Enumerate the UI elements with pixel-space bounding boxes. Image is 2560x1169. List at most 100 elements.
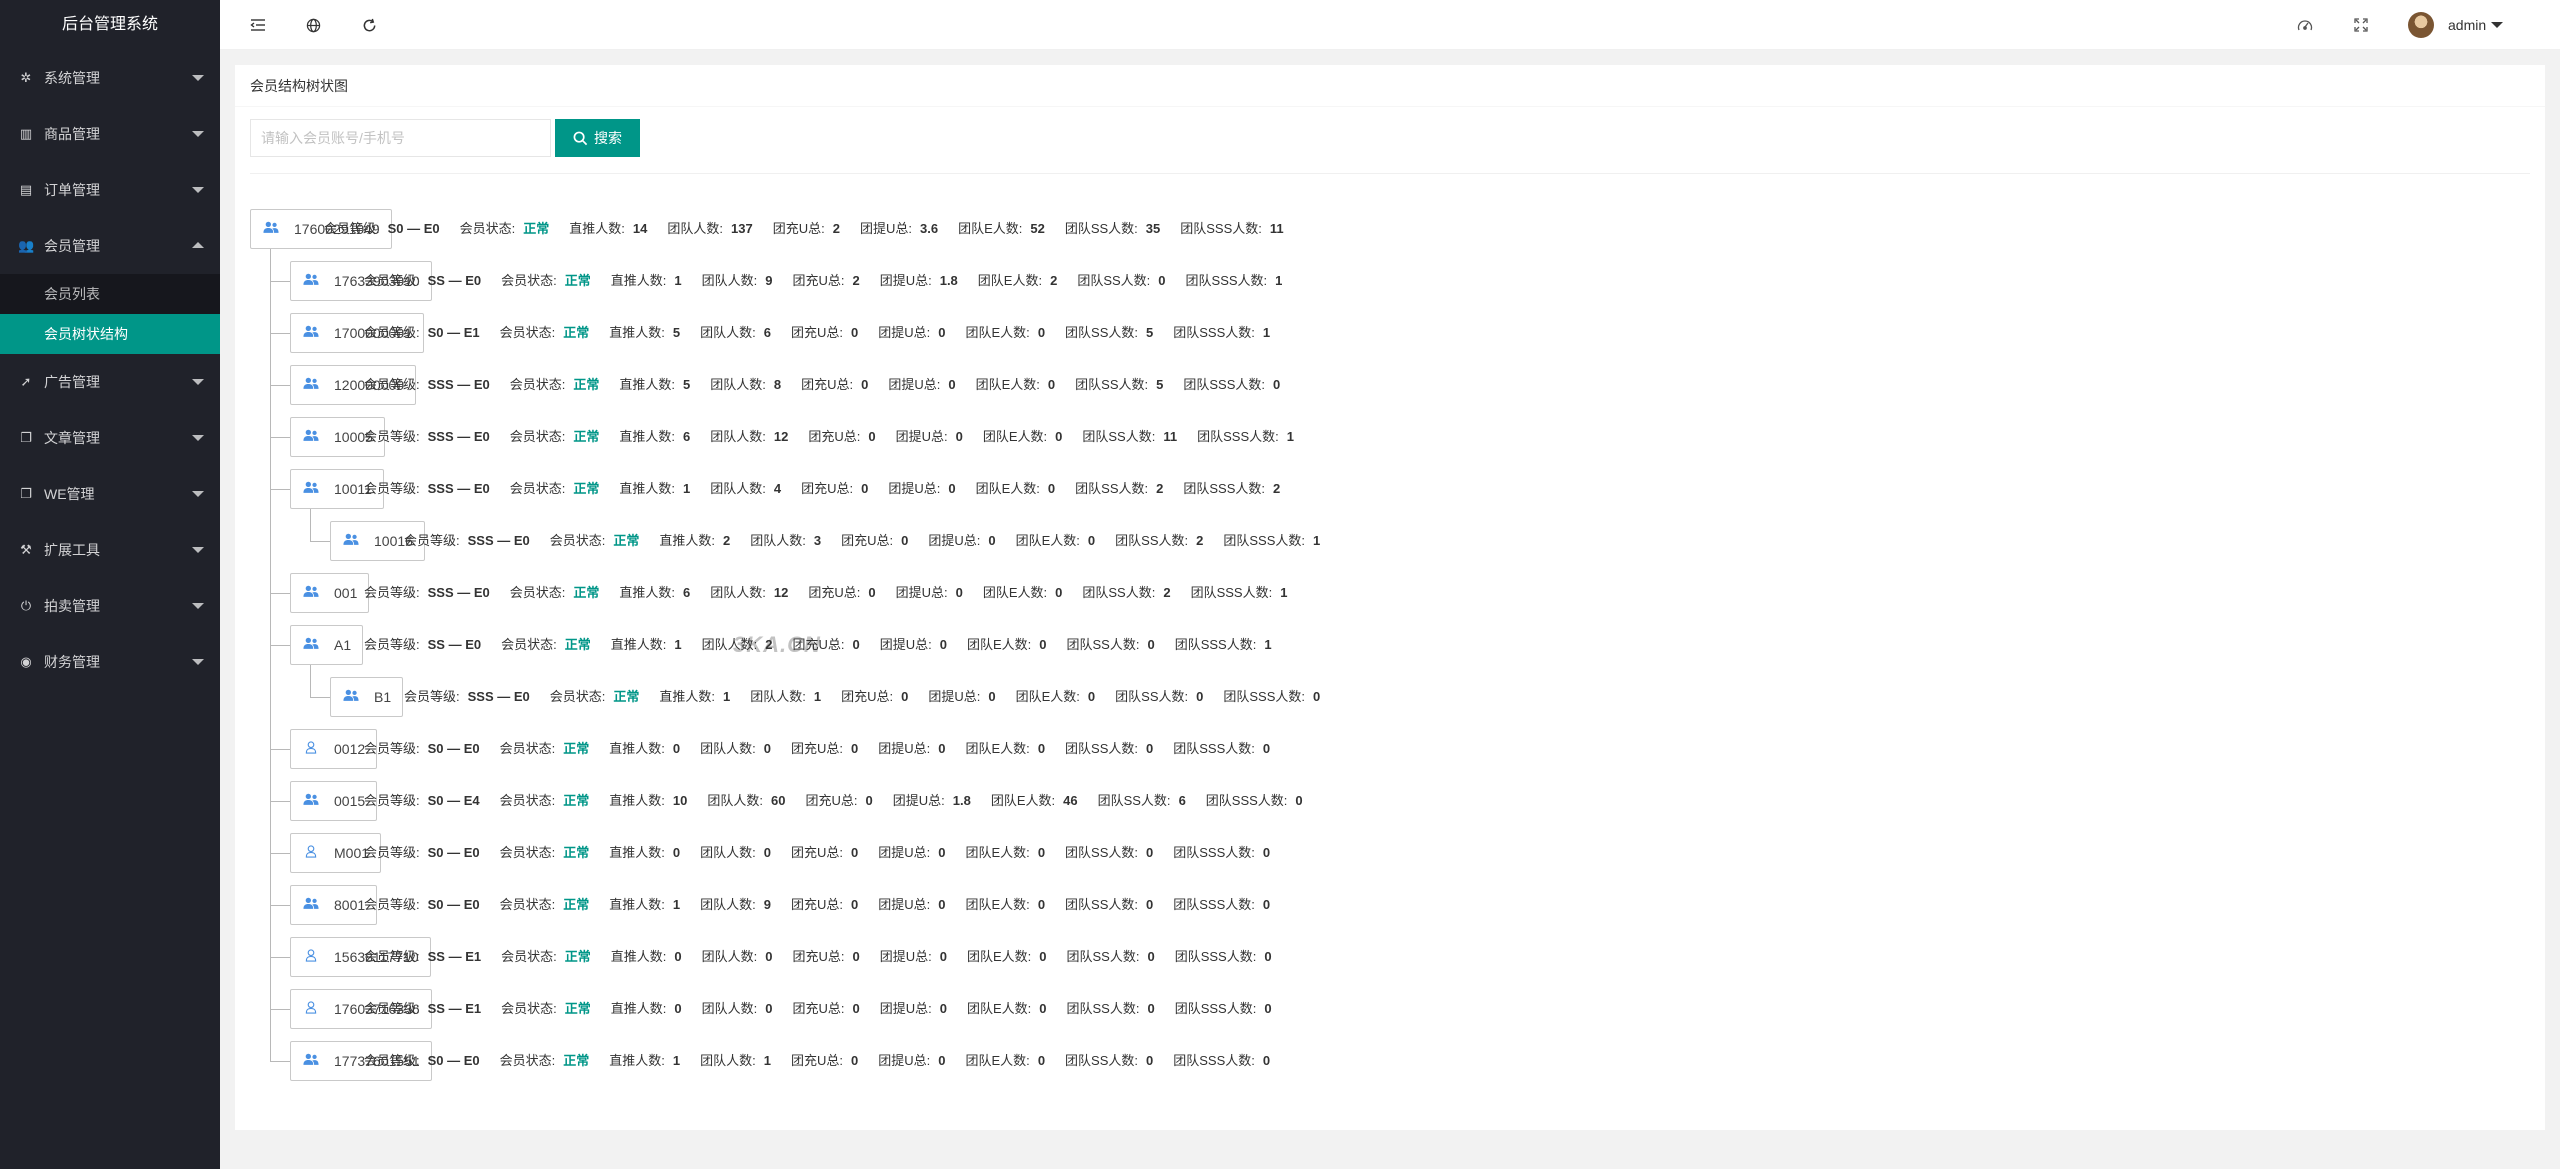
field-value-charge: 0: [851, 1053, 859, 1068]
field-label-team: 团队人数:: [701, 273, 758, 288]
field-label-direct: 直推人数:: [619, 585, 676, 600]
member-account: A1: [334, 637, 352, 653]
member-info: 会员等级: S0 — E1 会员状态: 正常 直推人数: 5 团队人数: 6 团充U总: 0 团提U…: [364, 313, 1290, 353]
field-value-team_ss: 0: [1146, 845, 1154, 860]
fullscreen-icon[interactable]: [2349, 13, 2373, 37]
field-value-team_ss: 11: [1163, 429, 1178, 444]
refresh-icon[interactable]: [357, 13, 381, 37]
field-label-team: 团队人数:: [710, 429, 766, 444]
globe-icon[interactable]: [301, 13, 325, 37]
field-label-direct: 直推人数:: [659, 689, 716, 704]
field-label-charge: 团充U总:: [791, 741, 844, 756]
field-label-level: 会员等级:: [364, 273, 420, 288]
field-value-team_sss: 1: [1262, 325, 1271, 340]
sidebar-item-3[interactable]: 👥 会员管理: [0, 218, 220, 274]
member-info: 会员等级: SSS — E0 会员状态: 正常 直推人数: 1 团队人数: 4 团充U总: 0 团提…: [364, 469, 1300, 509]
field-value-team_sss: 0: [1264, 949, 1272, 964]
field-label-team_ss: 团队SS人数:: [1065, 897, 1139, 912]
field-value-team: 1: [763, 1053, 772, 1068]
field-label-charge: 团充U总:: [791, 1053, 844, 1068]
member-account: 0015: [334, 793, 366, 809]
sidebar-item-1[interactable]: ▥ 商品管理: [0, 106, 220, 162]
field-value-direct: 0: [674, 1001, 682, 1016]
field-value-direct: 1: [683, 481, 691, 496]
field-value-status: 正常: [573, 429, 600, 444]
sidebar-subitem-0[interactable]: 会员列表: [0, 274, 220, 314]
field-label-withdraw: 团提U总:: [879, 1001, 932, 1016]
field-value-level: SSS — E0: [467, 689, 530, 704]
field-value-charge: 0: [852, 637, 860, 652]
member-info: 会员等级: SS — E1 会员状态: 正常 直推人数: 0 团队人数: 0 团充U总: 0 团提U…: [364, 937, 1292, 977]
field-value-team_ss: 5: [1156, 377, 1164, 392]
field-value-withdraw: 0: [988, 533, 996, 548]
field-label-team: 团队人数:: [700, 845, 756, 860]
field-label-team_e: 团队E人数:: [966, 637, 1032, 652]
field-label-withdraw: 团提U总:: [888, 481, 941, 496]
field-value-status: 正常: [613, 533, 640, 548]
member-info: 会员等级: SSS — E0 会员状态: 正常 直推人数: 6 团队人数: 12 团充U总: 0 团…: [364, 417, 1314, 457]
member-node[interactable]: A1: [290, 625, 364, 665]
field-label-team_sss: 团队SSS人数:: [1185, 273, 1268, 288]
sidebar-item-2[interactable]: ▤ 订单管理: [0, 162, 220, 218]
sidebar-item-6[interactable]: ❐ WE管理: [0, 466, 220, 522]
sidebar-nav: ✲ 系统管理 ▥ 商品管理 ▤ 订单管理 👥 会员管理 会员列表 会员树状结构 ➚ 广告管理 ❐ 文章管理…: [0, 50, 220, 690]
field-value-team_e: 0: [1047, 481, 1056, 496]
field-value-team_ss: 0: [1146, 741, 1154, 756]
chevron-down-icon[interactable]: [2491, 22, 2503, 28]
field-value-status: 正常: [564, 273, 591, 288]
field-value-team_e: 0: [1037, 1053, 1046, 1068]
field-label-team_sss: 团队SSS人数:: [1205, 793, 1288, 808]
member-node[interactable]: 001: [290, 573, 370, 613]
avatar[interactable]: [2408, 12, 2434, 38]
user-name[interactable]: admin: [2448, 0, 2486, 50]
field-label-level: 会员等级:: [364, 325, 420, 340]
circle-dot-icon: ◉: [20, 654, 32, 669]
sidebar-item-0[interactable]: ✲ 系统管理: [0, 50, 220, 106]
theme-icon[interactable]: [2293, 13, 2317, 37]
field-label-charge: 团充U总:: [791, 325, 844, 340]
field-label-charge: 团充U总:: [772, 221, 825, 236]
sidebar-item-7[interactable]: ⚒ 扩展工具: [0, 522, 220, 578]
field-label-direct: 直推人数:: [619, 429, 676, 444]
field-label-team_sss: 团队SSS人数:: [1173, 897, 1255, 912]
field-label-status: 会员状态:: [509, 585, 566, 600]
field-value-charge: 0: [868, 585, 876, 600]
member-info: 会员等级: S0 — E0 会员状态: 正常 直推人数: 1 团队人数: 1 团充U总: 0 团提U…: [364, 1041, 1290, 1081]
field-label-withdraw: 团提U总:: [879, 273, 932, 288]
field-value-charge: 2: [832, 221, 840, 236]
field-label-withdraw: 团提U总:: [878, 1053, 931, 1068]
field-value-team: 9: [765, 273, 773, 288]
field-label-level: 会员等级:: [364, 741, 420, 756]
field-label-level: 会员等级:: [364, 793, 420, 808]
sidebar-subitem-1[interactable]: 会员树状结构: [0, 314, 220, 354]
field-value-status: 正常: [573, 585, 600, 600]
member-node[interactable]: B1: [330, 677, 404, 717]
field-value-team: 6: [763, 325, 772, 340]
field-value-direct: 1: [672, 897, 681, 912]
field-label-charge: 团充U总:: [801, 481, 854, 496]
sidebar-item-4[interactable]: ➚ 广告管理: [0, 354, 220, 410]
sidebar-item-label: 扩展工具: [44, 542, 100, 558]
field-label-direct: 直推人数:: [610, 949, 667, 964]
field-value-status: 正常: [523, 221, 550, 236]
field-label-direct: 直推人数:: [609, 1053, 665, 1068]
menu-fold-icon[interactable]: [246, 13, 270, 37]
users-icon: [302, 429, 320, 445]
sidebar-item-5[interactable]: ❐ 文章管理: [0, 410, 220, 466]
field-value-status: 正常: [613, 689, 640, 704]
chevron-icon: [192, 242, 204, 248]
field-value-team_e: 0: [1039, 637, 1047, 652]
field-value-team_ss: 35: [1145, 221, 1161, 236]
field-label-charge: 团充U总:: [805, 793, 858, 808]
tree-connector: [270, 853, 290, 854]
sidebar-item-label: 文章管理: [44, 430, 100, 446]
chevron-icon: [192, 435, 204, 441]
field-label-status: 会员状态:: [501, 637, 557, 652]
field-value-level: S0 — E1: [427, 325, 480, 340]
field-label-team_e: 团队E人数:: [990, 793, 1056, 808]
field-value-status: 正常: [563, 325, 590, 340]
sidebar-item-9[interactable]: ◉ 财务管理: [0, 634, 220, 690]
field-value-team_sss: 0: [1262, 897, 1271, 912]
sidebar-item-8[interactable]: ⏻ 拍卖管理: [0, 578, 220, 634]
field-value-direct: 1: [723, 689, 731, 704]
